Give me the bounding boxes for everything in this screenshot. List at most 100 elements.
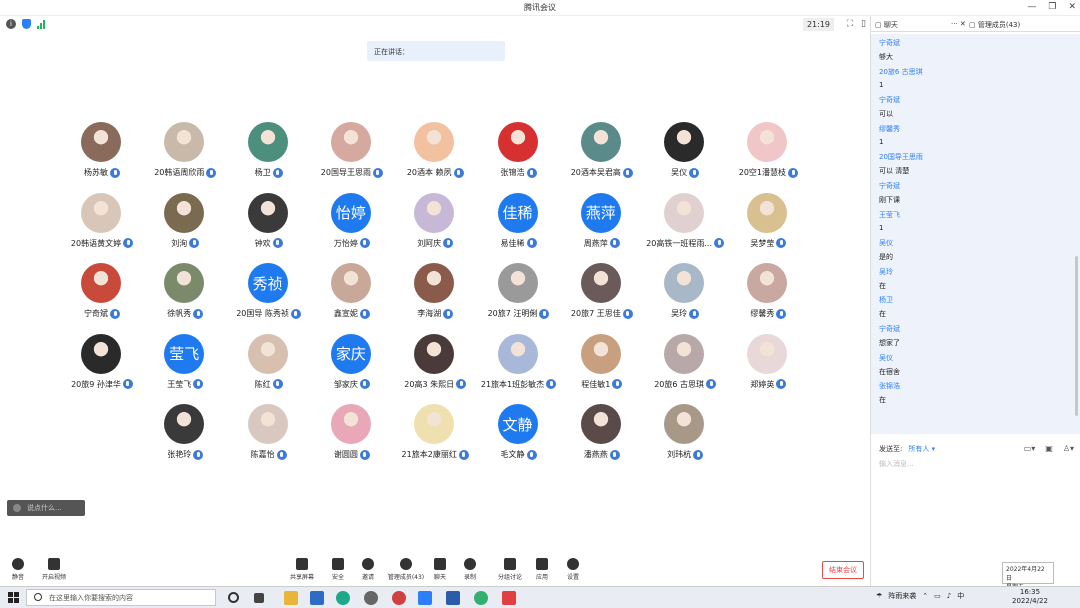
participant-tile[interactable]: 20旅9 孙津华	[60, 333, 144, 400]
send-to-dropdown[interactable]: 所有人 ▾	[908, 445, 935, 453]
chat-sender[interactable]: 杨卫	[879, 295, 893, 305]
wechat-icon[interactable]	[474, 591, 488, 605]
tab-members[interactable]: ▢ 管理成员(43)	[969, 20, 1020, 30]
participant-tile[interactable]: 20旅7 王思佳	[560, 263, 644, 329]
chat-sender[interactable]: 宁奇斌	[879, 181, 900, 191]
chat-sender[interactable]: 宁奇斌	[879, 95, 900, 105]
chat-sender[interactable]: 宁奇斌	[879, 38, 900, 48]
participant-tile[interactable]: 刘玮杭	[643, 404, 727, 470]
chat-sender[interactable]: 缪馨秀	[879, 124, 900, 134]
signal-icon[interactable]	[37, 19, 45, 29]
chevron-up-icon[interactable]: ⌃	[922, 592, 928, 600]
participant-tile[interactable]: 21旅本2康丽红	[393, 404, 477, 470]
chat-sender[interactable]: 20旅6 古思琪	[879, 67, 923, 77]
cortana-icon[interactable]	[228, 592, 239, 603]
participant-tile[interactable]: 刘阿庆	[393, 192, 477, 259]
folder-icon[interactable]: ▭▾	[1024, 444, 1036, 453]
participant-tile[interactable]: 缪馨秀	[726, 263, 810, 329]
participant-tile[interactable]: 21旅本1班彭敏杰	[477, 333, 561, 400]
chat-sender[interactable]: 张锦浩	[879, 381, 900, 391]
task-view-icon[interactable]	[254, 593, 264, 603]
volume-icon[interactable]: ♪	[947, 592, 951, 600]
fullscreen-icon[interactable]: ⛶	[847, 19, 853, 29]
quick-chat-input[interactable]: 说点什么...	[7, 500, 85, 516]
participant-tile[interactable]: 潘燕燕	[560, 404, 644, 470]
participant-tile[interactable]: 家庆 邹家庆	[310, 333, 394, 400]
edge-icon[interactable]	[336, 591, 350, 605]
participant-tile[interactable]: 鑫宣妮	[310, 263, 394, 329]
participant-tile[interactable]: 20酒本吴君高	[560, 122, 644, 188]
participant-tile[interactable]: 秀祯 20国导 陈秀祯	[227, 263, 311, 329]
participant-tile[interactable]: 宁奇斌	[60, 263, 144, 329]
weather-text[interactable]: 阵雨来袭	[888, 591, 916, 601]
invite-button[interactable]: 邀请	[350, 558, 386, 581]
more-icon[interactable]: ··· ✕	[951, 20, 966, 28]
ime-indicator[interactable]: 中	[957, 591, 964, 601]
participant-tile[interactable]: 20旅7 汪明俐	[477, 263, 561, 329]
info-icon[interactable]: i	[6, 19, 16, 29]
participant-tile[interactable]: 20空1潘慧枝	[726, 122, 810, 188]
image-icon[interactable]: ▣	[1045, 444, 1053, 453]
participant-tile[interactable]: 20旅6 古思琪	[643, 333, 727, 400]
tab-chat[interactable]: ▢ 聊天	[875, 20, 898, 30]
participant-tile[interactable]: 吴仪	[643, 122, 727, 188]
tencent-meeting-icon[interactable]	[418, 591, 432, 605]
chrome-icon[interactable]	[392, 591, 406, 605]
wps-icon[interactable]	[502, 591, 516, 605]
participant-tile[interactable]: 20高铁一班程雨...	[643, 192, 727, 259]
participant-tile[interactable]: 20高3 朱熙日	[393, 333, 477, 400]
end-meeting-button[interactable]: 结束会议	[822, 561, 864, 579]
participant-tile[interactable]: 文静 毛文静	[477, 404, 561, 470]
chat-scrollbar[interactable]	[1075, 256, 1078, 416]
chat-sender[interactable]: 王莹飞	[879, 210, 900, 220]
video-button[interactable]: 开启视频	[36, 558, 72, 581]
file-explorer-icon[interactable]	[284, 591, 298, 605]
members-button[interactable]: 管理成员(43)	[386, 558, 426, 581]
record-button[interactable]: 录制	[452, 558, 488, 581]
participant-tile[interactable]: 徐帆秀	[143, 263, 227, 329]
mail-icon[interactable]	[310, 591, 324, 605]
taskbar-search-input[interactable]: 在这里输入你要搜索的内容	[26, 589, 216, 606]
user-icon[interactable]: ♙▾	[1063, 444, 1074, 453]
participant-tile[interactable]: 燕萍 周燕萍	[560, 192, 644, 259]
windows-start-icon[interactable]	[8, 592, 19, 603]
participant-tile[interactable]: 杨卫	[227, 122, 311, 188]
participant-tile[interactable]: 20韩语黄文婷	[60, 192, 144, 259]
chat-sender[interactable]: 20国导王思雨	[879, 152, 923, 162]
participant-tile[interactable]: 张锦浩	[477, 122, 561, 188]
restore-icon[interactable]: ❐	[1048, 2, 1056, 12]
participant-tile[interactable]: 程佳敏1	[560, 333, 644, 400]
participant-tile[interactable]: 吴梦莹	[726, 192, 810, 259]
share-screen-button[interactable]: 共享屏幕	[284, 558, 320, 581]
breakout-button[interactable]: 分组讨论	[492, 558, 528, 581]
mute-button[interactable]: 静音	[0, 558, 36, 581]
chat-sender[interactable]: 吴玲	[879, 267, 893, 277]
settings-app-icon[interactable]	[364, 591, 378, 605]
chat-sender[interactable]: 宁奇斌	[879, 324, 900, 334]
minimize-icon[interactable]: —	[1027, 2, 1036, 12]
participant-tile[interactable]: 陈红	[227, 333, 311, 400]
participant-tile[interactable]: 怡婷 万怡婷	[310, 192, 394, 259]
participant-tile[interactable]: 吴玲	[643, 263, 727, 329]
chat-input[interactable]: 输入消息...	[879, 459, 914, 469]
participant-tile[interactable]: 陈嘉怡	[227, 404, 311, 470]
participant-tile[interactable]: 杨苏敏	[60, 122, 144, 188]
participant-tile[interactable]: 20韩语周欣雨	[143, 122, 227, 188]
close-icon[interactable]: ✕	[1068, 2, 1076, 12]
chat-sender[interactable]: 吴仪	[879, 353, 893, 363]
shield-icon[interactable]	[22, 19, 31, 29]
network-icon[interactable]: ▭	[934, 592, 941, 600]
participant-tile[interactable]: 谢圆圆	[310, 404, 394, 470]
settings-button[interactable]: 设置	[555, 558, 591, 581]
participant-tile[interactable]: 佳稀 易佳稀	[477, 192, 561, 259]
participant-tile[interactable]: 郑婷英	[726, 333, 810, 400]
chat-sender[interactable]: 吴仪	[879, 238, 893, 248]
participant-tile[interactable]: 李海湖	[393, 263, 477, 329]
taskbar-clock[interactable]: 16:35 2022/4/22	[1012, 588, 1048, 606]
photos-icon[interactable]	[446, 591, 460, 605]
participant-tile[interactable]: 20国导王思雨	[310, 122, 394, 188]
participant-tile[interactable]: 20酒本 赖夙	[393, 122, 477, 188]
layout-icon[interactable]: ▯	[861, 19, 866, 29]
participant-tile[interactable]: 张艳玲	[143, 404, 227, 470]
participant-tile[interactable]: 刘洵	[143, 192, 227, 259]
